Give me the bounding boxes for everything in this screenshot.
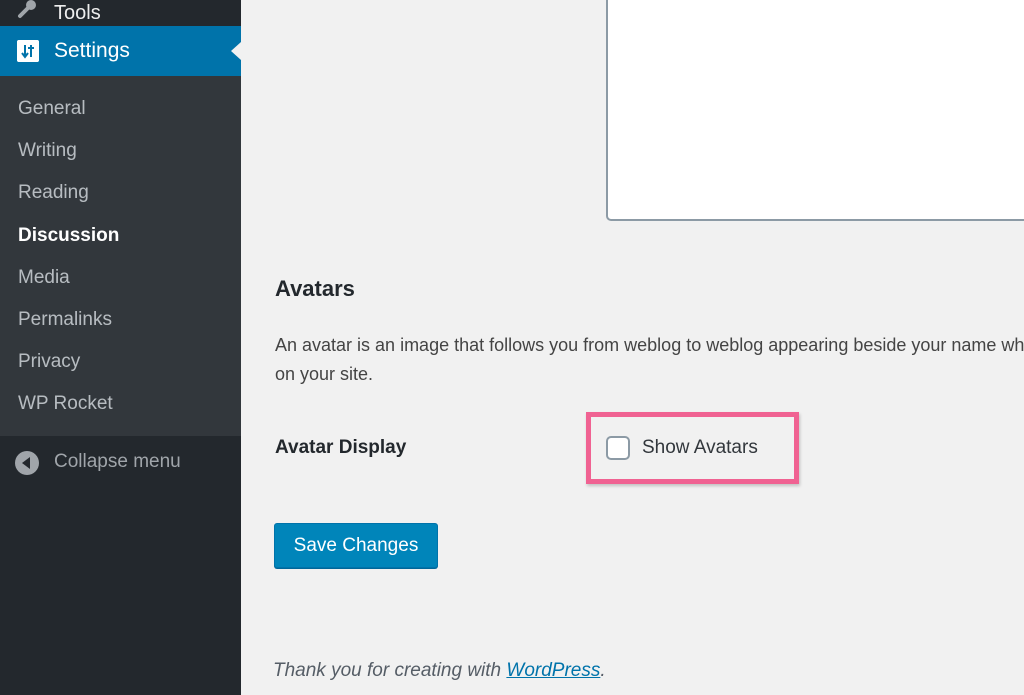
submenu-item-writing[interactable]: Writing [0, 130, 241, 172]
footer-thankyou: Thank you for creating with WordPress. [273, 660, 606, 682]
footer-period: . [600, 660, 606, 681]
collapse-menu-button[interactable]: Collapse menu [0, 437, 241, 487]
current-menu-pointer [231, 42, 241, 60]
section-title: Avatars [275, 276, 355, 301]
save-changes-button[interactable]: Save Changes [274, 523, 438, 568]
submenu-item-media[interactable]: Media [0, 257, 241, 299]
show-avatars-checkbox[interactable] [606, 436, 630, 460]
collapse-menu-label: Collapse menu [54, 451, 181, 472]
submenu-item-discussion[interactable]: Discussion [0, 215, 241, 257]
settings-sliders-icon [17, 40, 39, 62]
show-avatars-label[interactable]: Show Avatars [642, 437, 758, 459]
comment-blacklist-textarea[interactable] [606, 0, 1024, 221]
submenu-item-permalinks[interactable]: Permalinks [0, 299, 241, 341]
submenu-item-privacy[interactable]: Privacy [0, 341, 241, 383]
collapse-arrow-icon [15, 451, 39, 475]
wrench-icon [18, 0, 36, 18]
submenu-item-general[interactable]: General [0, 88, 241, 130]
sidebar-item-tools[interactable]: Tools [0, 0, 241, 26]
description-line-2: on your site. [275, 364, 374, 384]
settings-submenu: General Writing Reading Discussion Media… [0, 76, 241, 436]
sidebar-item-settings[interactable]: Settings [0, 26, 241, 76]
section-description: An avatar is an image that follows you f… [275, 331, 1024, 389]
avatar-display-label: Avatar Display [275, 437, 407, 458]
admin-sidebar: Tools Settings General Writing Reading D… [0, 0, 241, 695]
submenu-item-reading[interactable]: Reading [0, 172, 241, 214]
wordpress-link[interactable]: WordPress [506, 660, 600, 681]
sidebar-item-label: Tools [54, 1, 101, 24]
sidebar-item-label: Settings [54, 39, 130, 62]
description-line-1: An avatar is an image that follows you f… [275, 335, 1024, 355]
submenu-item-wp-rocket[interactable]: WP Rocket [0, 383, 241, 425]
footer-text: Thank you for creating with [273, 660, 507, 681]
